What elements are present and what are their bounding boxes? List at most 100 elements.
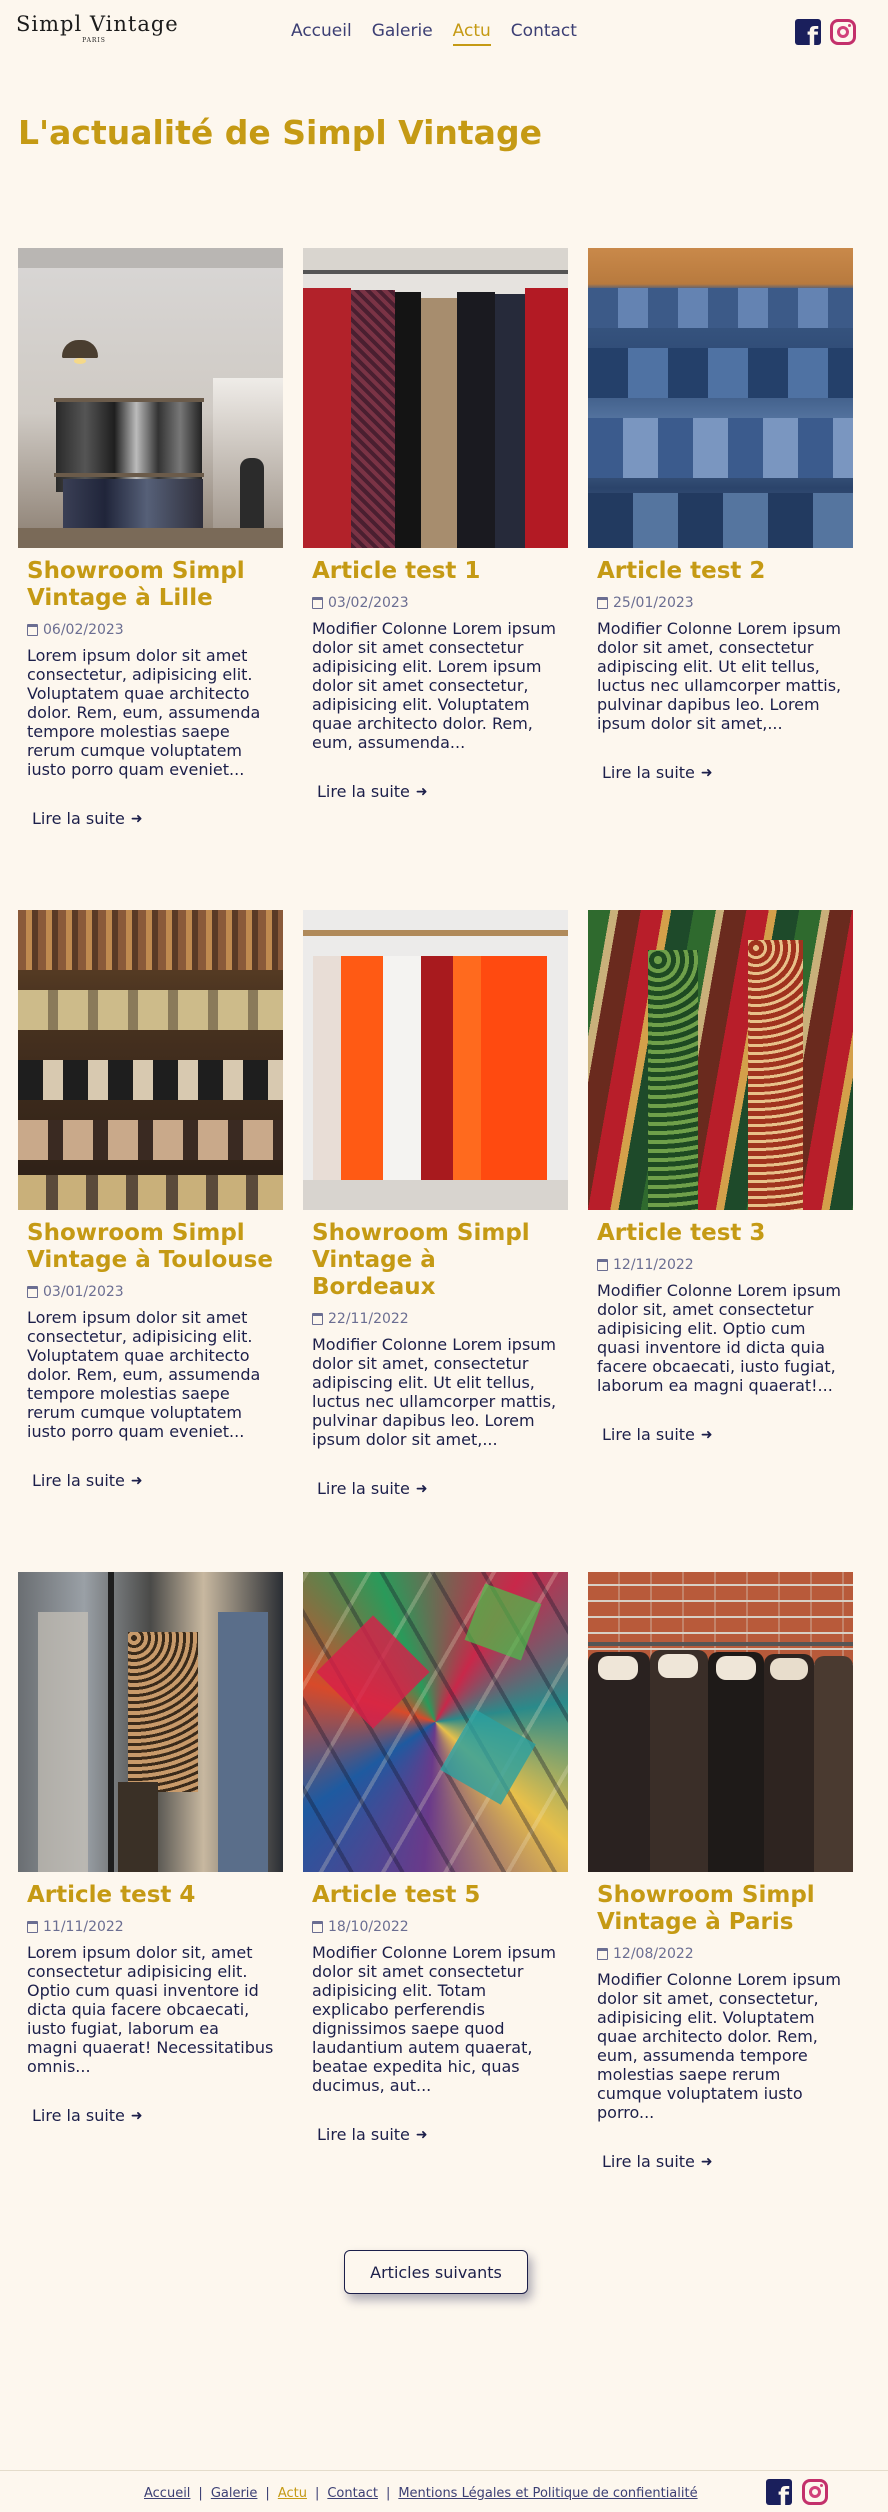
shoes-shelf-photo[interactable] bbox=[18, 910, 283, 1210]
read-more-label: Lire la suite bbox=[317, 782, 410, 801]
article-card: Article test 3 12/11/2022 Modifier Colon… bbox=[588, 910, 853, 1572]
site-footer: Accueil | Galerie | Actu | Contact | Men… bbox=[0, 2470, 888, 2512]
facebook-icon[interactable]: f bbox=[795, 19, 821, 45]
arrow-right-icon: ➜ bbox=[415, 1480, 428, 1497]
article-title[interactable]: Showroom Simpl Vintage à Paris bbox=[597, 1882, 844, 1936]
footer-separator: | bbox=[198, 2486, 203, 2501]
jeans-stack-photo[interactable] bbox=[588, 248, 853, 548]
calendar-icon bbox=[597, 1948, 608, 1960]
article-date: 18/10/2022 bbox=[312, 1919, 559, 1935]
article-date: 06/02/2023 bbox=[27, 622, 274, 638]
article-date: 22/11/2022 bbox=[312, 1311, 559, 1327]
date-text: 03/02/2023 bbox=[328, 595, 409, 611]
read-more-link[interactable]: Lire la suite ➜ bbox=[32, 2106, 143, 2125]
arrow-right-icon: ➜ bbox=[415, 2126, 428, 2143]
nav-contact[interactable]: Contact bbox=[511, 21, 577, 46]
date-text: 18/10/2022 bbox=[328, 1919, 409, 1935]
article-title[interactable]: Article test 1 bbox=[312, 558, 559, 585]
calendar-icon bbox=[27, 1921, 38, 1933]
date-text: 06/02/2023 bbox=[43, 622, 124, 638]
logo-name: Simpl Vintage bbox=[16, 12, 179, 36]
instagram-icon[interactable] bbox=[830, 19, 856, 45]
arrow-right-icon: ➜ bbox=[130, 810, 143, 827]
calendar-icon bbox=[597, 597, 608, 609]
read-more-label: Lire la suite bbox=[317, 1479, 410, 1498]
logo-subtitle: PARIS bbox=[82, 37, 106, 44]
article-excerpt: Modifier Colonne Lorem ipsum dolor sit a… bbox=[597, 1970, 842, 2122]
coats-rack-photo[interactable] bbox=[303, 248, 568, 548]
footer-link-accueil[interactable]: Accueil bbox=[144, 2486, 190, 2501]
article-title[interactable]: Article test 5 bbox=[312, 1882, 559, 1909]
footer-separator: | bbox=[265, 2486, 270, 2501]
article-date: 25/01/2023 bbox=[597, 595, 844, 611]
footer-link-actu[interactable]: Actu bbox=[278, 2486, 307, 2501]
article-card: Article test 2 25/01/2023 Modifier Colon… bbox=[588, 248, 853, 910]
calendar-icon bbox=[597, 1259, 608, 1271]
calendar-icon bbox=[312, 597, 323, 609]
read-more-link[interactable]: Lire la suite ➜ bbox=[602, 1425, 713, 1444]
showroom-lille-photo[interactable] bbox=[18, 248, 283, 548]
articles-grid: Showroom Simpl Vintage à Lille 06/02/202… bbox=[18, 248, 854, 2242]
article-card: Article test 1 03/02/2023 Modifier Colon… bbox=[303, 248, 568, 910]
leather-jackets-photo[interactable] bbox=[588, 1572, 853, 1872]
instagram-icon[interactable] bbox=[802, 2479, 828, 2505]
read-more-label: Lire la suite bbox=[32, 1471, 125, 1490]
arrow-right-icon: ➜ bbox=[700, 764, 713, 781]
read-more-label: Lire la suite bbox=[317, 2125, 410, 2144]
footer-links: Accueil | Galerie | Actu | Contact | Men… bbox=[144, 2486, 698, 2501]
footer-link-contact[interactable]: Contact bbox=[327, 2486, 378, 2501]
article-title[interactable]: Showroom Simpl Vintage à Lille bbox=[27, 558, 274, 612]
read-more-link[interactable]: Lire la suite ➜ bbox=[32, 1471, 143, 1490]
footer-social-links: f bbox=[766, 2479, 828, 2505]
article-title[interactable]: Article test 4 bbox=[27, 1882, 274, 1909]
read-more-link[interactable]: Lire la suite ➜ bbox=[317, 1479, 428, 1498]
arrow-right-icon: ➜ bbox=[130, 1472, 143, 1489]
read-more-label: Lire la suite bbox=[32, 809, 125, 828]
social-links: f bbox=[795, 19, 856, 45]
arrow-right-icon: ➜ bbox=[130, 2107, 143, 2124]
read-more-link[interactable]: Lire la suite ➜ bbox=[602, 763, 713, 782]
read-more-link[interactable]: Lire la suite ➜ bbox=[32, 809, 143, 828]
site-logo[interactable]: Simpl Vintage PARIS bbox=[16, 12, 179, 44]
footer-link-legal[interactable]: Mentions Légales et Politique de confien… bbox=[398, 2486, 697, 2501]
read-more-label: Lire la suite bbox=[602, 1425, 695, 1444]
nav-accueil[interactable]: Accueil bbox=[291, 21, 352, 46]
article-card: Article test 4 11/11/2022 Lorem ipsum do… bbox=[18, 1572, 283, 2242]
article-title[interactable]: Article test 3 bbox=[597, 1220, 844, 1247]
page-title: L'actualité de Simpl Vintage bbox=[18, 113, 542, 152]
article-date: 03/02/2023 bbox=[312, 595, 559, 611]
article-title[interactable]: Showroom Simpl Vintage à Bordeaux bbox=[312, 1220, 559, 1301]
article-excerpt: Modifier Colonne Lorem ipsum dolor sit, … bbox=[597, 1281, 842, 1395]
footer-separator: | bbox=[314, 2486, 320, 2501]
next-articles-button[interactable]: Articles suivants bbox=[344, 2250, 528, 2294]
mannequin-window-photo[interactable] bbox=[18, 1572, 283, 1872]
article-title[interactable]: Showroom Simpl Vintage à Toulouse bbox=[27, 1220, 274, 1274]
article-excerpt: Lorem ipsum dolor sit amet consectetur, … bbox=[27, 1308, 261, 1441]
footer-link-galerie[interactable]: Galerie bbox=[211, 2486, 258, 2501]
read-more-label: Lire la suite bbox=[602, 2152, 695, 2171]
patterned-shirts-photo[interactable] bbox=[588, 910, 853, 1210]
arrow-right-icon: ➜ bbox=[415, 783, 428, 800]
article-title[interactable]: Article test 2 bbox=[597, 558, 844, 585]
article-excerpt: Modifier Colonne Lorem ipsum dolor sit a… bbox=[312, 619, 557, 752]
read-more-link[interactable]: Lire la suite ➜ bbox=[602, 2152, 713, 2171]
read-more-link[interactable]: Lire la suite ➜ bbox=[317, 782, 428, 801]
calendar-icon bbox=[27, 624, 38, 636]
main-nav: Accueil Galerie Actu Contact bbox=[291, 21, 577, 46]
colorful-tops-photo[interactable] bbox=[303, 910, 568, 1210]
arrow-right-icon: ➜ bbox=[700, 2153, 713, 2170]
patchwork-fabric-photo[interactable] bbox=[303, 1572, 568, 1872]
nav-actu[interactable]: Actu bbox=[452, 21, 491, 46]
article-date: 12/08/2022 bbox=[597, 1946, 844, 1962]
article-date: 11/11/2022 bbox=[27, 1919, 274, 1935]
read-more-label: Lire la suite bbox=[32, 2106, 125, 2125]
article-card: Article test 5 18/10/2022 Modifier Colon… bbox=[303, 1572, 568, 2242]
read-more-link[interactable]: Lire la suite ➜ bbox=[317, 2125, 428, 2144]
read-more-label: Lire la suite bbox=[602, 763, 695, 782]
facebook-icon[interactable]: f bbox=[766, 2479, 792, 2505]
calendar-icon bbox=[312, 1921, 323, 1933]
nav-galerie[interactable]: Galerie bbox=[372, 21, 433, 46]
article-card: Showroom Simpl Vintage à Lille 06/02/202… bbox=[18, 248, 283, 910]
article-date: 12/11/2022 bbox=[597, 1257, 844, 1273]
article-excerpt: Lorem ipsum dolor sit amet consectetur, … bbox=[27, 646, 261, 779]
